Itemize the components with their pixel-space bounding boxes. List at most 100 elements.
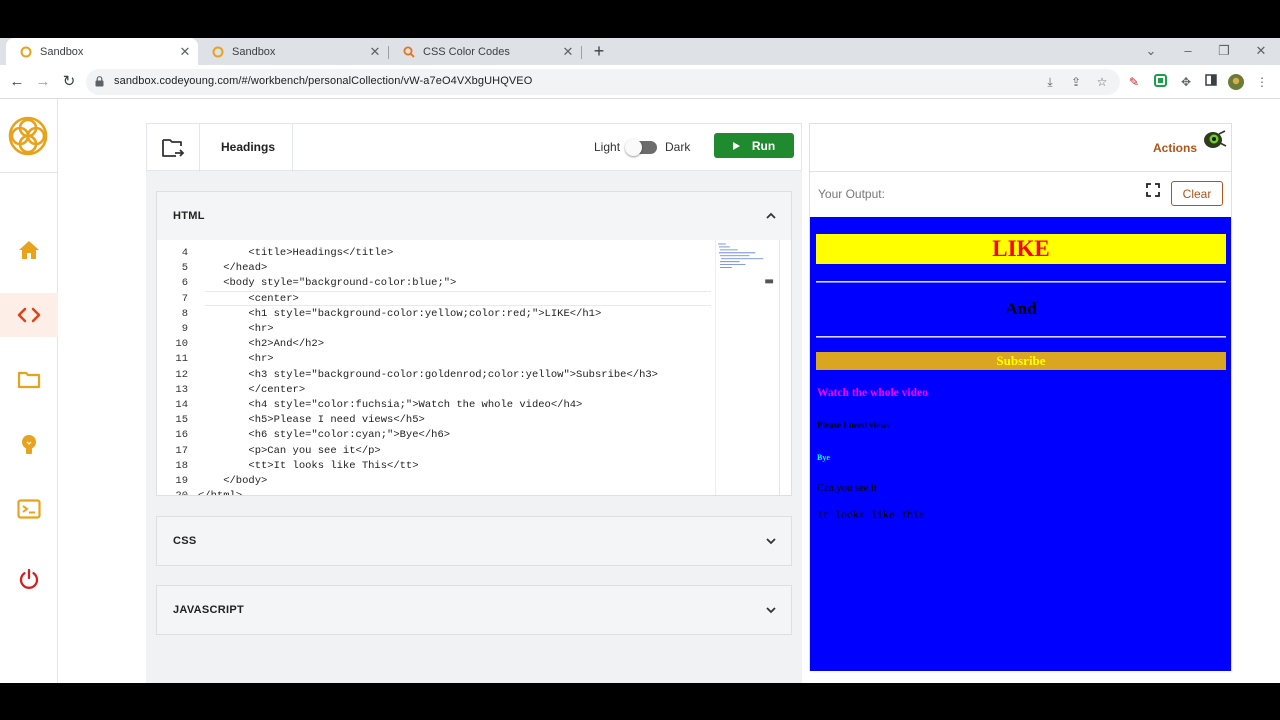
browser-tab-css-color-codes[interactable]: CSS Color Codes ✕ [389, 38, 581, 65]
javascript-panel-header[interactable]: JAVASCRIPT [156, 585, 792, 635]
folder-open-icon [162, 139, 185, 157]
install-app-icon[interactable]: ⤓ [1042, 74, 1058, 90]
close-icon[interactable]: ✕ [178, 44, 192, 60]
lock-icon[interactable] [95, 76, 104, 87]
clear-button[interactable]: Clear [1171, 181, 1223, 206]
browser-tab-sandbox-1[interactable]: Sandbox ✕ [6, 38, 198, 65]
sidebar-item-code[interactable] [0, 293, 58, 337]
actions-menu[interactable]: Actions [1153, 141, 1197, 155]
restore-icon[interactable]: ❐ [1206, 38, 1242, 65]
sandbox-app: Headings Light Dark Run HTML 4 <title>He… [0, 99, 1280, 683]
preview-teletype: It looks like This [817, 511, 926, 522]
code-text: <body style="background-color:blue;"> [198, 277, 457, 290]
code-line[interactable]: 5 </head> [157, 261, 717, 276]
code-icon [17, 307, 41, 323]
code-line[interactable]: 6 <body style="background-color:blue;"> [157, 276, 717, 291]
side-panel-icon[interactable] [1203, 74, 1219, 90]
code-text: </center> [198, 383, 306, 396]
code-line[interactable]: 8 <h1 style="background-color:yellow;col… [157, 307, 717, 322]
code-line[interactable]: 13 </center> [157, 383, 717, 398]
forward-arrow-icon[interactable]: → [32, 71, 54, 93]
close-icon[interactable]: ✕ [368, 44, 382, 60]
your-output-label: Your Output: [818, 187, 885, 201]
code-text: <title>Headings</title> [198, 247, 394, 259]
open-project-button[interactable] [147, 124, 200, 172]
lightbulb-icon [22, 435, 36, 454]
close-icon[interactable]: ✕ [561, 44, 575, 60]
javascript-panel-title: JAVASCRIPT [173, 604, 245, 616]
code-line[interactable]: 14 <h4 style="color:fuchsia;">Watch the … [157, 398, 717, 413]
chevron-down-icon[interactable] [765, 535, 777, 547]
sidebar-divider [0, 172, 58, 173]
code-line[interactable]: 17 <p>Can you see it</p> [157, 444, 717, 459]
sidebar-item-files[interactable] [0, 357, 58, 401]
power-icon [19, 568, 39, 589]
html-panel-header[interactable]: HTML [156, 191, 792, 241]
screen: Sandbox ✕ Sandbox ✕ CSS Color Codes ✕ + … [0, 0, 1280, 720]
code-line[interactable]: 18 <tt>It looks like This</tt> [157, 459, 717, 474]
code-line[interactable]: 9 <hr> [157, 322, 717, 337]
codeyoung-logo[interactable] [5, 113, 51, 159]
window-close-icon[interactable]: ✕ [1243, 38, 1279, 65]
share-icon[interactable]: ⇪ [1068, 74, 1084, 90]
code-text: <h2>And</h2> [198, 338, 325, 351]
code-text: <h3 style="background-color:goldenrod;co… [198, 368, 658, 381]
line-number: 15 [175, 414, 188, 427]
line-number: 16 [175, 429, 188, 442]
pen-extension-icon[interactable]: ✎ [1126, 74, 1142, 90]
line-number: 20 [157, 489, 188, 495]
output-preview[interactable]: LIKE And Subsribe Watch the whole video … [810, 217, 1231, 671]
html-code-editor[interactable]: 4 <title>Headings</title> 5 </head> 6 <bod… [156, 240, 792, 496]
play-icon [732, 141, 740, 150]
back-arrow-icon[interactable]: ← [6, 71, 28, 93]
browser-tab-sandbox-2[interactable]: Sandbox ✕ [198, 38, 388, 65]
puzzle-extensions-icon[interactable]: ✥ [1178, 74, 1194, 90]
new-tab-button[interactable]: + [589, 38, 609, 65]
preview-h2: And [1005, 299, 1037, 318]
actions-bar: Actions [810, 124, 1231, 172]
fullscreen-icon[interactable] [1146, 183, 1160, 197]
project-title: Headings [221, 140, 276, 154]
code-line[interactable]: 19 </body> [157, 474, 717, 489]
url-text[interactable]: sandbox.codeyoung.com/#/workbench/person… [114, 75, 532, 87]
profile-avatar-icon[interactable] [1228, 74, 1244, 90]
theme-toggle[interactable] [625, 139, 657, 156]
line-number: 14 [175, 399, 188, 411]
code-line[interactable]: 12 <h3 style="background-color:goldenrod… [157, 368, 717, 383]
code-line[interactable]: 16 <h6 style="color:cyan;">Bye</h6> [157, 428, 717, 443]
menu-kebab-icon[interactable]: ⋮ [1254, 74, 1270, 90]
chevron-down-icon[interactable] [765, 604, 777, 616]
sidebar-item-ideas[interactable] [0, 423, 58, 467]
minimize-icon[interactable]: – [1170, 38, 1206, 65]
sidebar-item-home[interactable] [0, 228, 58, 272]
code-line[interactable]: 20 </html> [157, 489, 717, 495]
code-text: <h5>Please I need views</h5> [198, 414, 425, 427]
code-line[interactable]: 4 <title>Headings</title> [157, 246, 717, 261]
bookmark-star-icon[interactable]: ☆ [1094, 74, 1110, 90]
code-line[interactable]: 7 <center> [157, 292, 717, 307]
extension-green-icon[interactable] [1152, 74, 1168, 90]
line-number: 12 [175, 368, 188, 381]
theme-dark-label: Dark [665, 140, 691, 154]
home-icon [19, 241, 39, 259]
tab-title: Sandbox [40, 45, 84, 58]
code-scrollbar[interactable] [779, 240, 791, 495]
chevron-up-icon[interactable] [765, 210, 777, 222]
code-line[interactable]: 15 <h5>Please I need views</h5> [157, 413, 717, 428]
sidebar-item-logout[interactable] [0, 557, 58, 601]
code-minimap[interactable] [715, 240, 779, 496]
chevron-down-icon[interactable]: ⌄ [1133, 38, 1169, 65]
address-bar[interactable]: sandbox.codeyoung.com/#/workbench/person… [86, 69, 1120, 95]
css-panel-header[interactable]: CSS [156, 516, 792, 566]
reload-icon[interactable]: ↻ [58, 71, 80, 93]
line-number: 6 [181, 277, 188, 290]
code-line[interactable]: 10 <h2>And</h2> [157, 337, 717, 352]
line-number: 5 [181, 262, 188, 275]
code-line[interactable]: 11 <hr> [157, 352, 717, 367]
sidebar-item-console[interactable] [0, 487, 58, 531]
preview-h6: Bye [817, 453, 830, 462]
code-text: </body> [198, 475, 268, 487]
mascot-icon [1204, 130, 1227, 148]
preview-h4: Watch the whole video [817, 387, 928, 399]
run-button[interactable]: Run [714, 133, 794, 158]
